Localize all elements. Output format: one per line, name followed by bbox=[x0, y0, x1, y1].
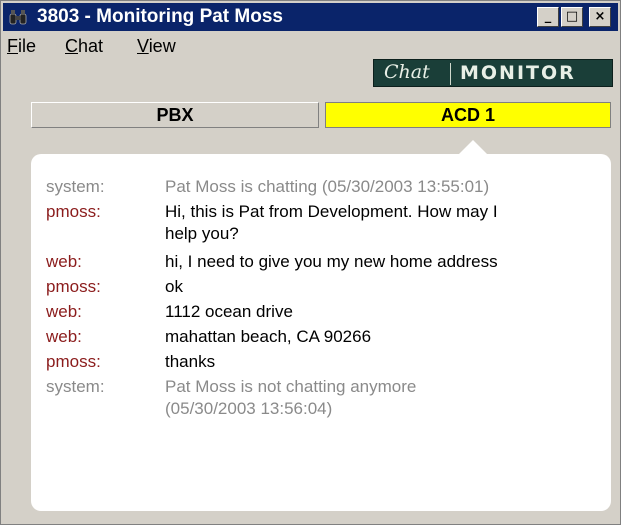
maximize-button[interactable]: □ bbox=[561, 7, 583, 27]
logo-script-text: Chat bbox=[384, 61, 430, 83]
logo-word-text: MONITOR bbox=[460, 62, 576, 84]
menu-file-rest: ile bbox=[18, 36, 37, 56]
chat-transcript[interactable]: system: Pat Moss is chatting (05/30/2003… bbox=[31, 154, 611, 511]
menu-chat-mnemonic: C bbox=[65, 36, 78, 56]
title-bar[interactable]: 3803 - Monitoring Pat Moss _ □ × bbox=[3, 3, 618, 31]
message-sender: pmoss: bbox=[46, 352, 101, 371]
message-text: Pat Moss is chatting (05/30/2003 13:55:0… bbox=[165, 177, 490, 196]
message-text: 1112 ocean drive bbox=[165, 302, 293, 321]
message-text: hi, I need to give you my new home addre… bbox=[165, 252, 498, 271]
menu-chat[interactable]: Chat bbox=[65, 36, 103, 57]
menu-file[interactable]: File bbox=[7, 36, 36, 57]
close-button[interactable]: × bbox=[589, 7, 611, 27]
tab-acd-1[interactable]: ACD 1 bbox=[325, 102, 611, 128]
message-sender: web: bbox=[46, 252, 82, 271]
tab-pbx[interactable]: PBX bbox=[31, 102, 319, 128]
binoculars-icon bbox=[9, 8, 27, 26]
active-tab-pointer bbox=[458, 140, 488, 155]
message-sender: system: bbox=[46, 177, 105, 196]
message-text: Pat Moss is not chatting anymore (05/30/… bbox=[165, 377, 417, 418]
menu-bar: File Chat View bbox=[3, 31, 618, 61]
message-sender: pmoss: bbox=[46, 202, 101, 221]
menu-view[interactable]: View bbox=[137, 36, 176, 57]
message-text: ok bbox=[165, 277, 183, 296]
message-text: mahattan beach, CA 90266 bbox=[165, 327, 372, 346]
minimize-button[interactable]: _ bbox=[537, 7, 559, 27]
message-sender: pmoss: bbox=[46, 277, 101, 296]
chat-monitor-window: 3803 - Monitoring Pat Moss _ □ × File Ch… bbox=[0, 0, 621, 525]
menu-file-mnemonic: F bbox=[7, 36, 18, 56]
window-title: 3803 - Monitoring Pat Moss bbox=[37, 6, 283, 27]
message-sender: web: bbox=[46, 302, 82, 321]
menu-view-mnemonic: V bbox=[137, 36, 149, 56]
tab-strip: PBX ACD 1 bbox=[31, 102, 611, 128]
message-text: Hi, this is Pat from Development. How ma… bbox=[165, 202, 498, 243]
message-sender: system: bbox=[46, 377, 105, 396]
message-sender: web: bbox=[46, 327, 82, 346]
logo-separator bbox=[450, 63, 451, 85]
menu-chat-rest: hat bbox=[78, 36, 104, 56]
chat-monitor-logo: Chat MONITOR bbox=[373, 59, 613, 87]
menu-view-rest: iew bbox=[148, 36, 176, 56]
message-text: thanks bbox=[165, 352, 216, 371]
